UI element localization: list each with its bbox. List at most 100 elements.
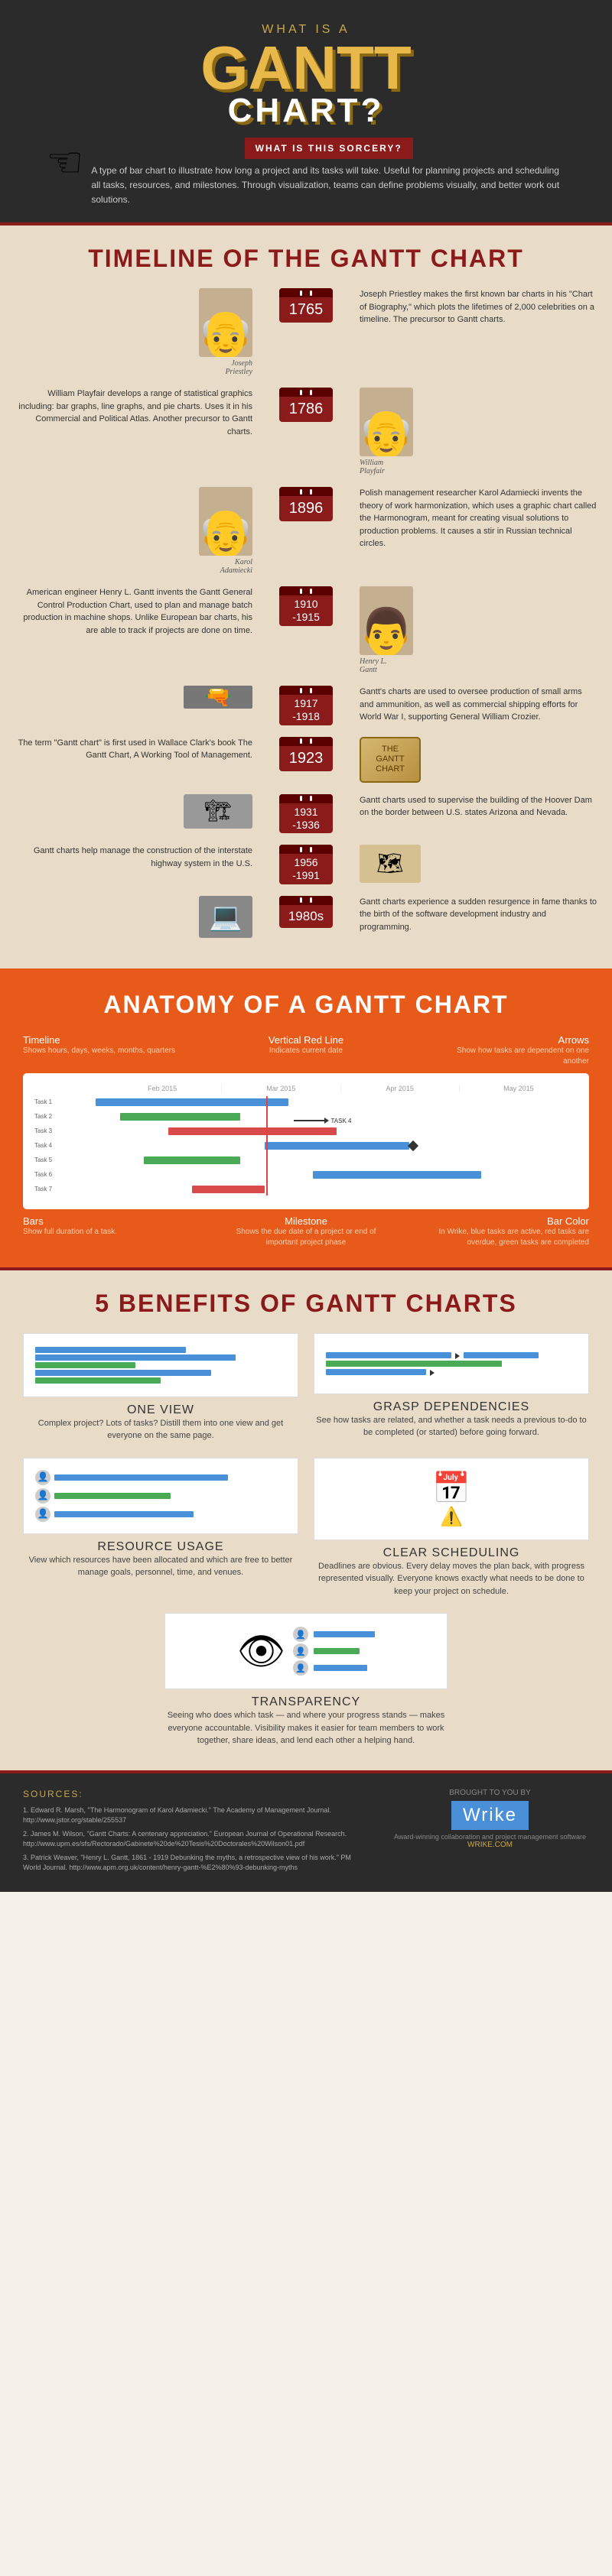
pointing-finger-icon: ☞ (46, 138, 83, 187)
anatomy-label-barcolor: Bar Color In Wrike, blue tasks are activ… (431, 1215, 589, 1248)
resource-usage-title: RESOURCE USAGE (23, 1540, 298, 1554)
timeline-section: TIMELINE OF THE GANTT CHART 👴 JosephPrie… (0, 225, 612, 968)
timeline-event-1923: The term "Gantt chart" is first used in … (0, 737, 612, 783)
header-title: GANTT CHART? (15, 41, 597, 126)
header-description: A type of bar chart to illustrate how lo… (91, 164, 566, 208)
playfair-name: WilliamPlayfair (360, 459, 597, 475)
bar-red-2 (192, 1186, 265, 1193)
gantt-portrait: 👨 (360, 586, 413, 655)
source-2: 2. James M. Wilson, "Gantt Charts: A cen… (23, 1829, 363, 1850)
transparency-gantt: 👤 👤 👤 (293, 1625, 375, 1677)
event-1931-text: Gantt charts used to supervise the build… (360, 794, 597, 819)
gun-image: 🔫 (184, 686, 252, 709)
footer-section: SOURCES: 1. Edward R. Marsh, "The Harmon… (0, 1773, 612, 1892)
resource-usage-desc: View which resources have been allocated… (23, 1554, 298, 1579)
footer-grid: SOURCES: 1. Edward R. Marsh, "The Harmon… (23, 1789, 589, 1877)
resource-usage-icon-area: 👤 👤 👤 (23, 1458, 298, 1534)
wrike-column: BROUGHT TO YOU BY Wrike Award-winning co… (391, 1789, 589, 1849)
event-1896-text: Polish management researcher Karol Adami… (360, 487, 597, 550)
timeline-event-1980s: 💻 1980s Gantt charts experience a sudden… (0, 896, 612, 938)
event-1923-text: The term "Gantt chart" is first used in … (15, 737, 252, 762)
cal-1786: 1786 (279, 388, 333, 422)
warning-icon: ⚠️ (440, 1506, 463, 1528)
dam-image: 🏗 (184, 794, 252, 829)
anatomy-title: ANATOMY OF A GANTT CHART (0, 991, 612, 1019)
gantt-row-6: Task 6 (34, 1169, 578, 1181)
anatomy-section: ANATOMY OF A GANTT CHART Timeline Shows … (0, 972, 612, 1267)
dependency-arrow: TASK 4 (294, 1118, 352, 1124)
anatomy-label-arrows: Arrows Show how tasks are dependent on o… (431, 1034, 589, 1067)
bar-green-1 (120, 1113, 241, 1121)
timeline-event-1786: William Playfair develops a range of sta… (0, 388, 612, 475)
cal-1956: 1956-1991 (279, 845, 333, 884)
timeline-title: TIMELINE OF THE GANTT CHART (0, 245, 612, 273)
wrike-url[interactable]: WRIKE.COM (391, 1841, 589, 1849)
anatomy-label-redline: Vertical Red Line Indicates current date (226, 1034, 385, 1067)
cal-1917: 1917-1918 (279, 686, 333, 725)
computer-image: 💻 (199, 896, 252, 938)
anatomy-content: Timeline Shows hours, days, weeks, month… (0, 1034, 612, 1248)
benefits-title: 5 BENEFITS OF GANTT CHARTS (0, 1290, 612, 1318)
deps-gantt-icon (326, 1350, 577, 1377)
benefits-grid: ONE VIEW Complex project? Lots of tasks?… (0, 1333, 612, 1747)
sorcery-label: WHAT IS THIS SORCERY? (256, 143, 402, 154)
bar-green-2 (144, 1157, 240, 1164)
bar-blue-2 (265, 1142, 409, 1150)
event-1956-text: Gantt charts help manage the constructio… (15, 845, 252, 870)
benefit-grasp-deps: GRASP DEPENDENCIES See how tasks are rel… (314, 1333, 589, 1442)
event-1765-text: Joseph Priestley makes the first known b… (360, 288, 597, 326)
wrike-logo: Wrike (451, 1801, 529, 1830)
priestley-portrait: 👴 (199, 288, 252, 357)
bar-red-1 (168, 1127, 337, 1135)
milestone-diamond (407, 1140, 418, 1151)
adamiecki-name: KarolAdamiecki (220, 558, 252, 575)
anatomy-label-timeline: Timeline Shows hours, days, weeks, month… (23, 1034, 181, 1067)
one-view-title: ONE VIEW (23, 1403, 298, 1417)
timeline-event-1917: 🔫 1917-1918 Gantt's charts are used to o… (0, 686, 612, 725)
timeline-event-1956: Gantt charts help manage the constructio… (0, 845, 612, 884)
gantt-row-7: Task 7 (34, 1183, 578, 1196)
one-view-icon-area (23, 1333, 298, 1397)
gantt-row-5: Task 5 (34, 1154, 578, 1166)
bar-blue-3 (313, 1171, 482, 1179)
gantt-row-1: Task 1 (34, 1096, 578, 1108)
clear-scheduling-title: CLEAR SCHEDULING (314, 1546, 589, 1560)
transparency-desc: Seeing who does which task — and where y… (164, 1709, 448, 1747)
brought-by-text: BROUGHT TO YOU BY (391, 1789, 589, 1797)
grasp-deps-desc: See how tasks are related, and whether a… (314, 1414, 589, 1439)
timeline-event-1910: American engineer Henry L. Gantt invents… (0, 586, 612, 674)
cal-1896: 1896 (279, 487, 333, 521)
book-image: THEGANTTCHART (360, 737, 421, 783)
eye-icon: 👁 (237, 1629, 285, 1674)
one-view-gantt-icon (35, 1345, 286, 1385)
clear-scheduling-desc: Deadlines are obvious. Every delay moves… (314, 1560, 589, 1598)
gantt-visualization: Feb 2015 Mar 2015 Apr 2015 May 2015 Task… (23, 1073, 589, 1209)
grasp-deps-icon-area (314, 1333, 589, 1394)
resource-icon: 👤 👤 👤 (35, 1470, 286, 1522)
benefit-transparency: 👁 👤 👤 👤 TRANSPA (23, 1613, 589, 1747)
cal-1931: 1931-1936 (279, 794, 333, 834)
gantt-row-3: Task 3 (34, 1125, 578, 1137)
event-1910-text: American engineer Henry L. Gantt invents… (15, 586, 252, 637)
event-1980s-text: Gantt charts experience a sudden resurge… (360, 896, 597, 934)
benefits-section: 5 BENEFITS OF GANTT CHARTS (0, 1270, 612, 1770)
gantt-row-4: Task 4 (34, 1140, 578, 1152)
wrike-tagline: Award-winning collaboration and project … (391, 1833, 589, 1841)
cal-1980s: 1980s (279, 896, 333, 928)
one-view-desc: Complex project? Lots of tasks? Distill … (23, 1417, 298, 1442)
sources-title: SOURCES: (23, 1789, 363, 1799)
clear-scheduling-icon-area: 📅 ⚠️ (314, 1458, 589, 1540)
cal-1910: 1910-1915 (279, 586, 333, 626)
vertical-red-line (266, 1096, 268, 1196)
benefit-one-view: ONE VIEW Complex project? Lots of tasks?… (23, 1333, 298, 1442)
cal-1765: 1765 (279, 288, 333, 323)
transparency-icon-area: 👁 👤 👤 👤 (164, 1613, 448, 1689)
header-section: WHAT IS A GANTT CHART? ☞ WHAT IS THIS SO… (0, 0, 612, 222)
adamiecki-portrait: 👴 (199, 487, 252, 556)
playfair-portrait: 👴 (360, 388, 413, 456)
grasp-deps-title: GRASP DEPENDENCIES (314, 1400, 589, 1414)
bar-blue-1 (96, 1098, 288, 1106)
timeline-event-1931: 🏗 1931-1936 Gantt charts used to supervi… (0, 794, 612, 834)
gantt-name: Henry L.Gantt (360, 657, 597, 674)
source-3: 3. Patrick Weaver, "Henry L. Gantt, 1861… (23, 1853, 363, 1874)
